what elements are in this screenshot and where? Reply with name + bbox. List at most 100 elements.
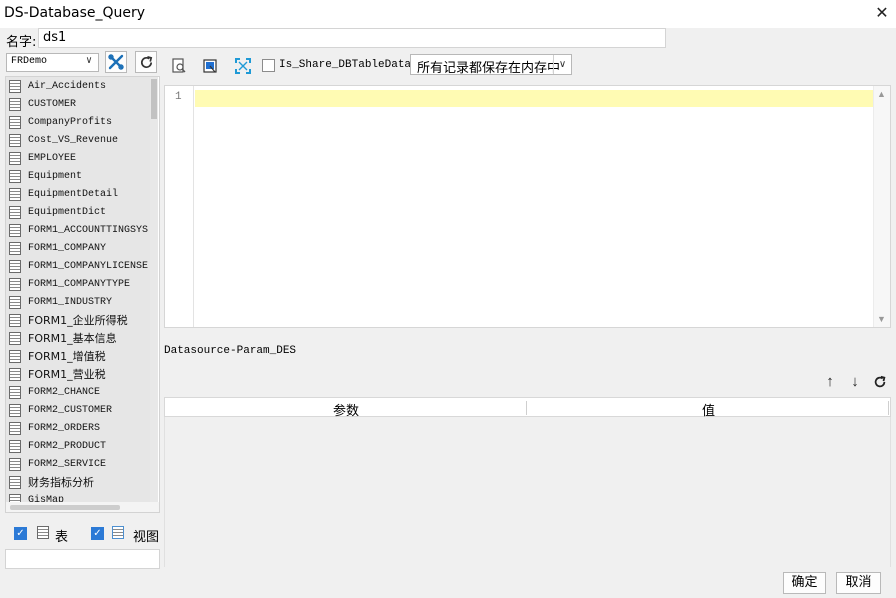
table-name: CompanyProfits	[28, 116, 113, 128]
column-divider[interactable]	[526, 401, 527, 415]
table-list-item[interactable]: FORM1_COMPANYLICENSE	[6, 257, 150, 275]
table-list-item[interactable]: FORM2_PRODUCT	[6, 437, 150, 455]
table-filter-checkbox[interactable]: ✓	[14, 527, 27, 540]
scroll-down-icon[interactable]: ▼	[877, 314, 886, 324]
insert-parameter-button[interactable]	[199, 55, 221, 77]
datasource-select[interactable]: FRDemo ∨	[6, 53, 99, 72]
connection-settings-button[interactable]	[105, 51, 127, 73]
chevron-down-icon: ∨	[85, 56, 93, 67]
scroll-thumb[interactable]	[151, 79, 157, 119]
table-list-item[interactable]: FORM1_COMPANY	[6, 239, 150, 257]
table-list-item[interactable]: EquipmentDetail	[6, 185, 150, 203]
table-list-item[interactable]: FORM1_增值税	[6, 347, 150, 365]
sql-editor[interactable]: 1 ▲ ▼	[164, 85, 891, 328]
table-list-item[interactable]: Cost_VS_Revenue	[6, 131, 150, 149]
table-list[interactable]: Air_Accidents CUSTOMER CompanyProfits Cost_…	[6, 77, 150, 502]
chevron-down-icon: ∨	[553, 55, 571, 74]
parameter-table-body[interactable]	[164, 417, 891, 567]
preview-button[interactable]	[168, 55, 190, 77]
table-icon	[9, 475, 21, 489]
view-filter-label: 视图	[133, 530, 160, 545]
table-icon	[9, 457, 21, 471]
table-list-item[interactable]: Air_Accidents	[6, 77, 150, 95]
table-icon	[9, 313, 21, 327]
table-list-item[interactable]: FORM1_企业所得税	[6, 311, 150, 329]
table-list-item[interactable]: GisMap	[6, 491, 150, 502]
ok-button[interactable]: 确定	[783, 572, 826, 594]
table-name: FORM1_增值税	[28, 350, 106, 363]
table-icon	[9, 115, 21, 129]
table-icon	[9, 385, 21, 399]
table-name: FORM1_企业所得税	[28, 314, 128, 327]
table-list-item[interactable]: 财务指标分析	[6, 473, 150, 491]
parameter-table[interactable]: 参数 值	[164, 397, 891, 567]
table-icon	[9, 187, 21, 201]
share-dbtable-label: Is_Share_DBTableData	[279, 59, 412, 71]
scroll-thumb[interactable]	[10, 505, 120, 510]
view-icon	[112, 526, 124, 539]
window-title: DS-Database_Query	[4, 5, 146, 21]
table-list-item[interactable]: FORM1_基本信息	[6, 329, 150, 347]
table-name: FORM2_PRODUCT	[28, 440, 107, 452]
table-list-item[interactable]: EquipmentDict	[6, 203, 150, 221]
table-icon	[9, 79, 21, 93]
table-list-item[interactable]: FORM2_ORDERS	[6, 419, 150, 437]
table-icon	[9, 133, 21, 147]
refresh-tables-button[interactable]	[135, 51, 157, 73]
editor-vertical-scrollbar[interactable]: ▲ ▼	[873, 86, 890, 327]
table-name: FORM2_ORDERS	[28, 422, 101, 434]
table-list-item[interactable]: FORM2_SERVICE	[6, 455, 150, 473]
table-name: FORM1_营业税	[28, 368, 106, 381]
table-icon	[9, 349, 21, 363]
storage-mode-value: 所有记录都保存在内存中	[417, 61, 561, 76]
refresh-parameters-button[interactable]	[871, 373, 889, 391]
line-number-gutter: 1	[165, 86, 194, 327]
move-down-icon[interactable]: ↓	[846, 373, 864, 391]
table-list-item[interactable]: FORM1_INDUSTRY	[6, 293, 150, 311]
table-icon	[9, 151, 21, 165]
refresh-icon	[140, 55, 152, 68]
parameter-section-title: Datasource-Param_DES	[164, 345, 297, 357]
table-list-item[interactable]: CUSTOMER	[6, 95, 150, 113]
table-list-item[interactable]: FORM1_COMPANYTYPE	[6, 275, 150, 293]
parameter-table-header: 参数 值	[164, 397, 891, 419]
close-icon[interactable]: ✕	[868, 0, 896, 28]
table-list-item[interactable]: FORM2_CHANCE	[6, 383, 150, 401]
current-line-highlight[interactable]	[195, 90, 873, 107]
name-input[interactable]: ds1	[38, 28, 666, 48]
table-name: FORM1_基本信息	[28, 332, 117, 345]
table-filter-label: 表	[55, 530, 69, 545]
table-name: CUSTOMER	[28, 98, 77, 110]
storage-mode-select[interactable]: 所有记录都保存在内存中 ∨	[410, 54, 572, 76]
table-icon	[9, 277, 21, 291]
move-up-icon[interactable]: ↑	[821, 373, 839, 391]
table-icon	[9, 403, 21, 417]
parameter-icon	[203, 59, 217, 73]
datasource-select-value: FRDemo	[11, 56, 48, 67]
table-list-item[interactable]: FORM1_ACCOUNTTINGSYS	[6, 221, 150, 239]
table-name: GisMap	[28, 494, 65, 503]
table-list-horizontal-scrollbar[interactable]	[6, 502, 159, 512]
table-list-item[interactable]: FORM2_CUSTOMER	[6, 401, 150, 419]
table-name: FORM2_CUSTOMER	[28, 404, 113, 416]
table-list-vertical-scrollbar[interactable]	[150, 77, 158, 502]
refresh-icon	[874, 375, 886, 388]
table-list-item[interactable]: Equipment	[6, 167, 150, 185]
table-list-item[interactable]: EMPLOYEE	[6, 149, 150, 167]
table-name: FORM1_ACCOUNTTINGSYS	[28, 224, 149, 236]
table-list-item[interactable]: CompanyProfits	[6, 113, 150, 131]
view-filter-checkbox[interactable]: ✓	[91, 527, 104, 540]
scroll-up-icon[interactable]: ▲	[877, 89, 886, 99]
table-icon	[9, 223, 21, 237]
table-name: EquipmentDetail	[28, 188, 119, 200]
name-label: 名字:	[6, 35, 37, 50]
table-tree[interactable]: Air_Accidents CUSTOMER CompanyProfits Cost_…	[5, 76, 160, 513]
tools-icon	[108, 54, 124, 70]
table-search-input[interactable]	[5, 549, 160, 569]
column-divider[interactable]	[888, 401, 889, 415]
table-list-item[interactable]: FORM1_营业税	[6, 365, 150, 383]
expand-editor-button[interactable]	[232, 55, 254, 77]
cancel-button[interactable]: 取消	[836, 572, 881, 594]
share-dbtable-checkbox[interactable]	[262, 59, 275, 72]
table-name: FORM1_COMPANYTYPE	[28, 278, 131, 290]
